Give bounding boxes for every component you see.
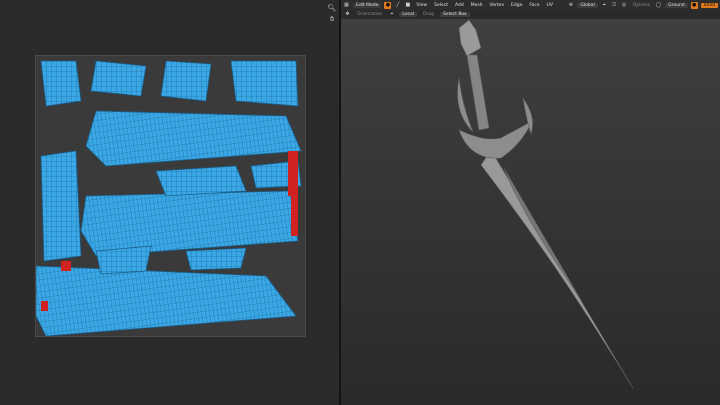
menu-view[interactable]: View xyxy=(414,3,429,8)
menu-uv[interactable]: UV xyxy=(545,3,555,8)
options-menu[interactable]: Options xyxy=(631,3,652,8)
overlay-dropdown[interactable]: Ground xyxy=(665,2,688,8)
shading-solid-icon[interactable]: ● xyxy=(690,1,698,9)
transform-orientation-dropdown[interactable]: Global xyxy=(577,2,598,8)
menu-vertex[interactable]: Vertex xyxy=(488,3,506,8)
uv-seam-marker xyxy=(291,196,298,236)
uv-island[interactable] xyxy=(185,247,247,271)
uv-island[interactable] xyxy=(90,60,147,97)
orientation-icon: ⊕ xyxy=(568,1,573,8)
menu-select[interactable]: Select xyxy=(432,3,450,8)
vertex-select-icon[interactable]: ● xyxy=(384,1,392,9)
menu-mesh[interactable]: Mesh xyxy=(469,3,485,8)
transform-icon[interactable]: ✥ xyxy=(344,11,351,18)
uv-island[interactable] xyxy=(155,165,247,197)
overlay-icon[interactable]: ◯ xyxy=(655,2,662,9)
local-orientation-icon: ⌖ xyxy=(390,11,394,17)
uv-layout-canvas[interactable] xyxy=(35,55,306,337)
menu-add[interactable]: Add xyxy=(453,3,466,8)
uv-island[interactable] xyxy=(230,60,299,107)
tool-settings-bar: ✥ Orientation ⌖ Local Drag Select Box xyxy=(341,10,720,19)
orientation-label: Orientation xyxy=(357,12,383,17)
drag-dropdown[interactable]: Select Box xyxy=(440,12,470,17)
pivot-icon[interactable]: ⌖ xyxy=(601,2,608,9)
mode-dropdown[interactable]: Edit Mode xyxy=(353,2,382,8)
editor-type-icon[interactable]: ▦ xyxy=(343,2,350,9)
menu-face[interactable]: Face xyxy=(527,3,541,8)
uv-editor-panel: 🔍︎ ✋︎ xyxy=(0,0,339,405)
sword-model xyxy=(457,19,634,389)
uv-island[interactable] xyxy=(95,245,152,275)
uv-seam-marker xyxy=(41,301,48,311)
snap-icon[interactable]: ⎋ xyxy=(611,2,618,9)
uv-seam-marker xyxy=(61,261,71,271)
menu-edge[interactable]: Edge xyxy=(509,3,524,8)
uv-seam-marker xyxy=(288,151,298,196)
edge-select-icon[interactable]: ╱ xyxy=(394,2,401,9)
uv-island[interactable] xyxy=(40,150,82,262)
uv-island[interactable] xyxy=(40,60,82,107)
orientation-dropdown[interactable]: Local xyxy=(399,12,418,17)
uv-tool-strip: 🔍︎ ✋︎ xyxy=(326,2,338,25)
uv-island[interactable] xyxy=(160,60,212,102)
proportional-icon[interactable]: ◎ xyxy=(621,2,628,9)
viewport-header: ▦ Edit Mode ● ╱ ■ View Select Add Mesh V… xyxy=(341,0,720,10)
magnifier-icon[interactable]: 🔍︎ xyxy=(327,3,337,13)
drag-label: Drag xyxy=(423,12,435,17)
shading-dropdown[interactable]: Shad xyxy=(700,2,718,8)
uv-islands xyxy=(36,56,305,336)
face-select-icon[interactable]: ■ xyxy=(404,2,411,9)
3d-viewport[interactable]: ▦ Edit Mode ● ╱ ■ View Select Add Mesh V… xyxy=(341,0,720,405)
hand-icon[interactable]: ✋︎ xyxy=(327,14,337,24)
